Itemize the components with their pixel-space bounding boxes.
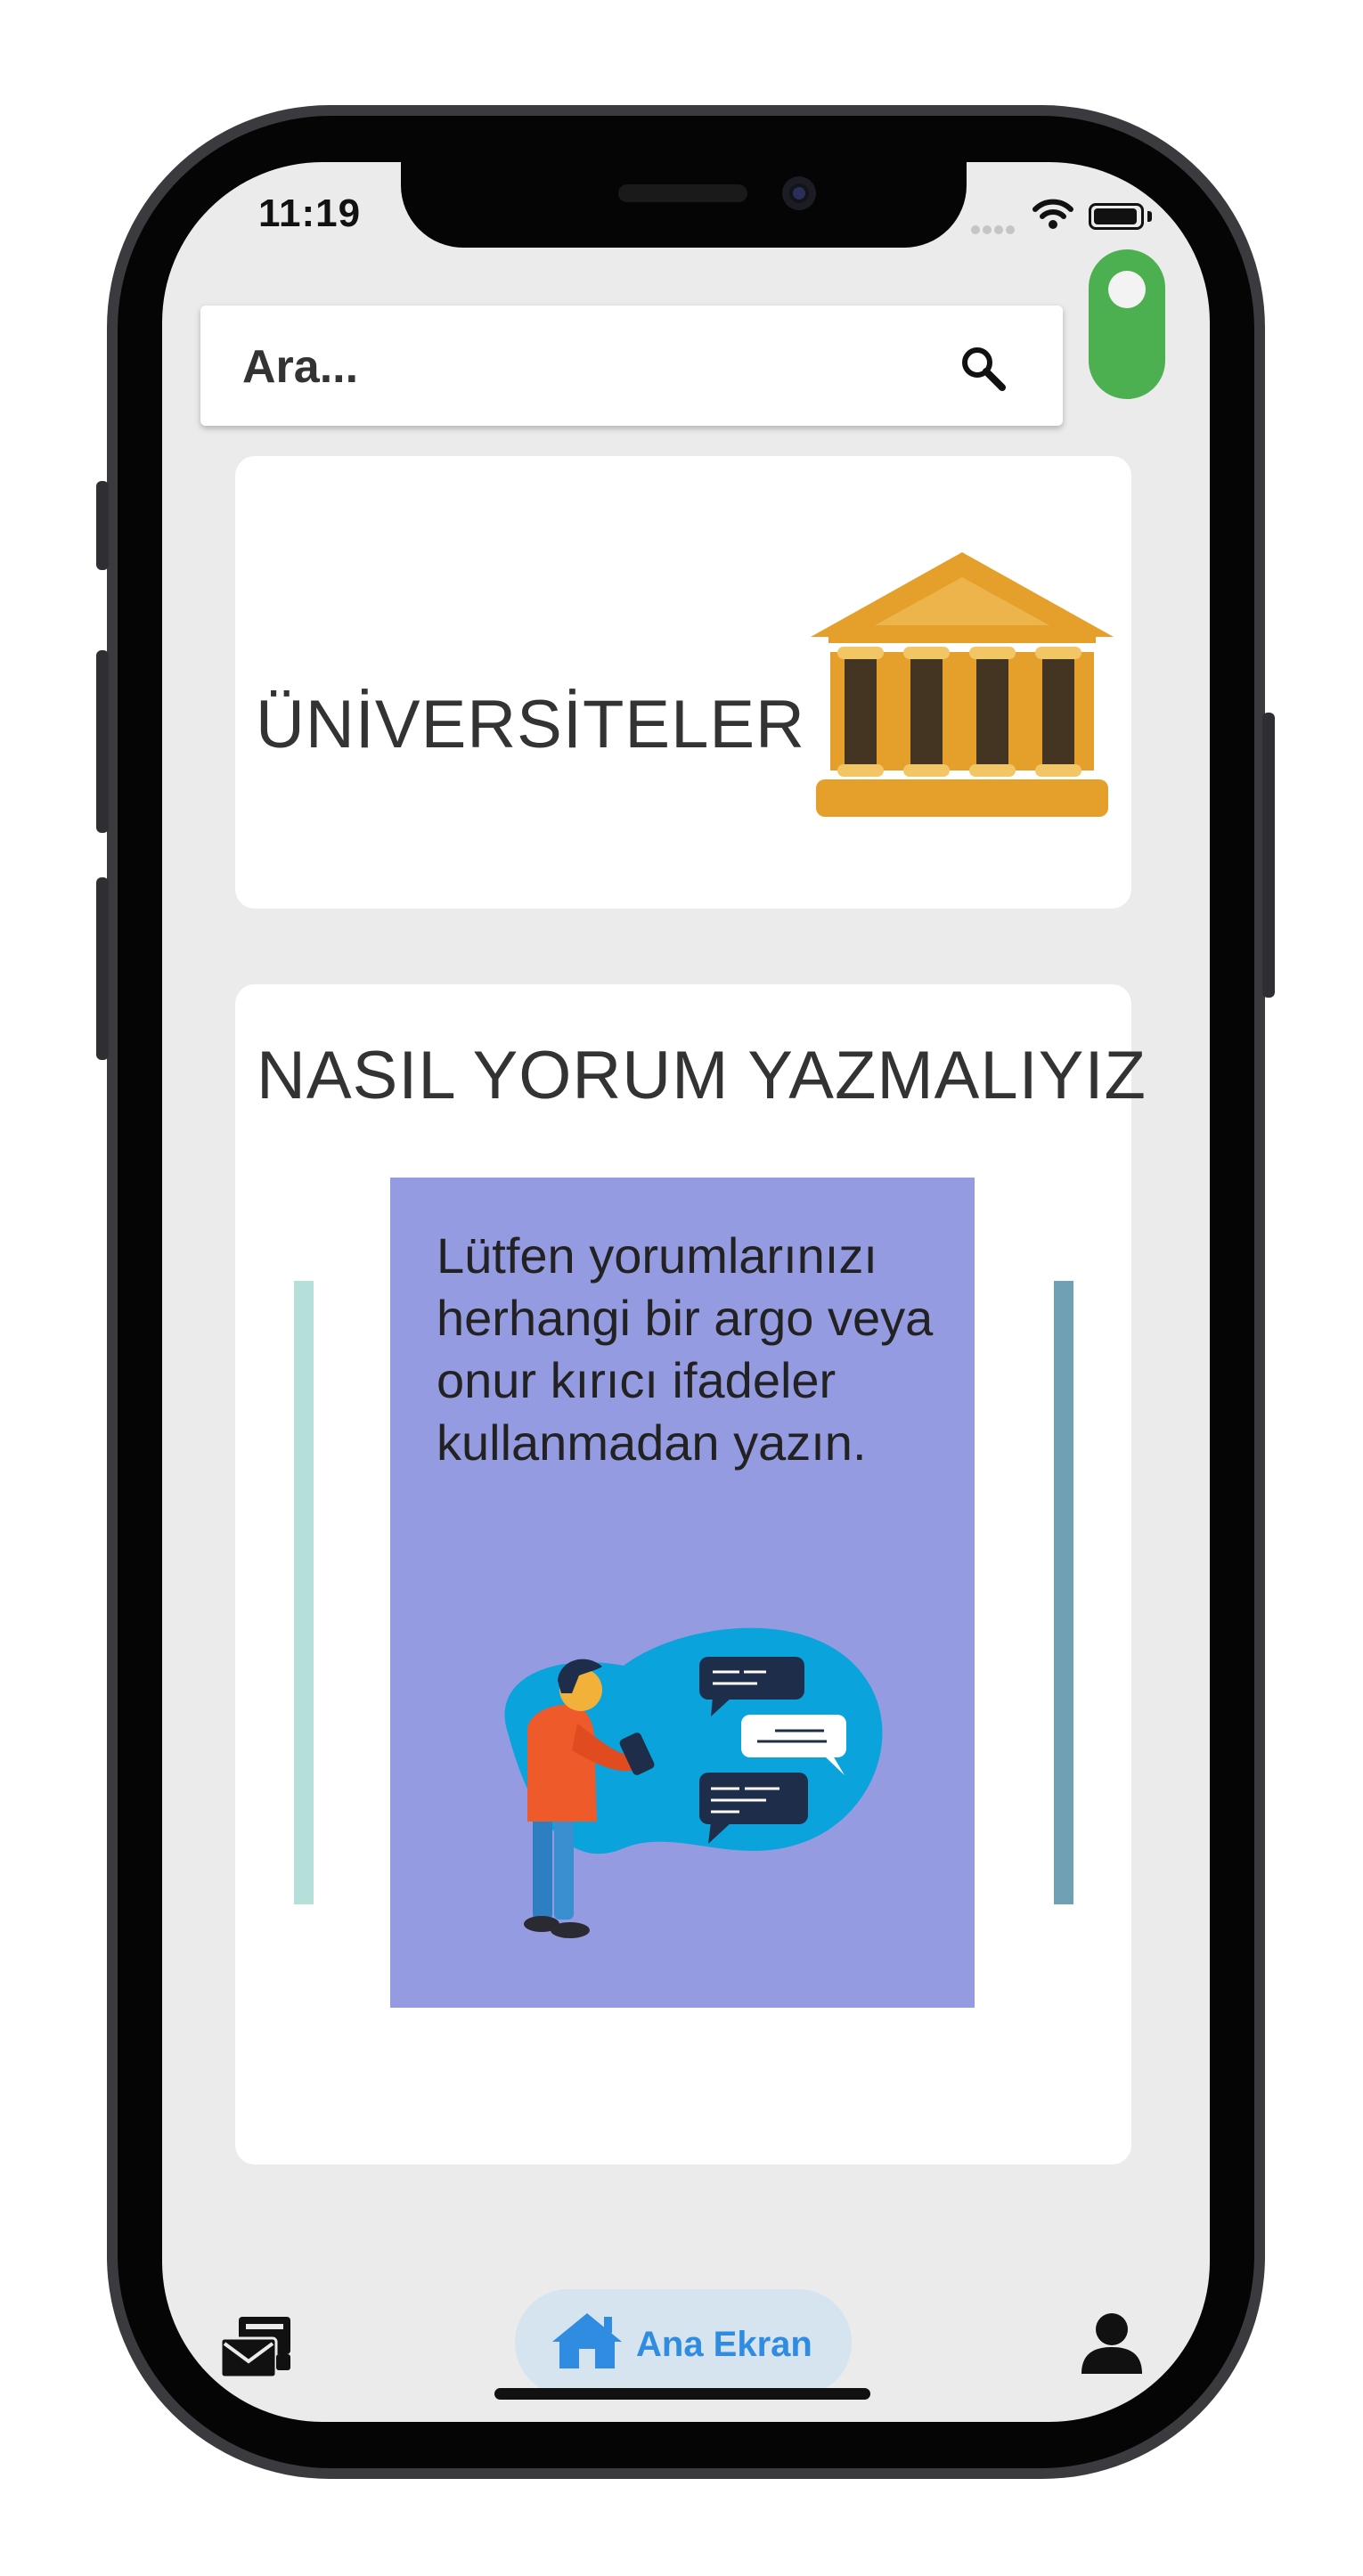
search-input[interactable]: Ara...: [242, 340, 358, 394]
universities-title: ÜNİVERSİTELER: [256, 687, 805, 762]
carousel-prev-slide[interactable]: [294, 1281, 314, 1904]
mute-switch: [96, 481, 109, 570]
chat-illustration: [472, 1617, 891, 1960]
profile-icon[interactable]: [1080, 2311, 1144, 2380]
carousel-next-slide[interactable]: [1054, 1281, 1073, 1904]
toggle-knob[interactable]: [1108, 271, 1146, 308]
home-indicator[interactable]: [494, 2388, 870, 2400]
nav-home-label[interactable]: Ana Ekran: [636, 2325, 812, 2365]
messages-icon[interactable]: [219, 2313, 294, 2385]
battery-icon: [1089, 203, 1144, 230]
how-to-comment-title: NASIL YORUM YAZMALIYIZ: [257, 1038, 1147, 1113]
power-button: [1262, 713, 1275, 998]
wifi-icon: [1032, 198, 1074, 234]
slide-text: Lütfen yorumlarınızı herhangi bir argo v…: [437, 1227, 934, 1471]
status-time: 11:19: [258, 192, 362, 235]
earpiece-speaker: [618, 184, 747, 202]
home-icon[interactable]: [551, 2311, 624, 2375]
museum-icon: [811, 552, 1114, 824]
camera-lens: [793, 187, 805, 200]
search-icon[interactable]: [958, 343, 1009, 399]
volume-down-button: [96, 877, 109, 1060]
volume-up-button: [96, 650, 109, 833]
cellular-signal-icon: [971, 223, 1017, 239]
battery-tip: [1147, 211, 1152, 222]
